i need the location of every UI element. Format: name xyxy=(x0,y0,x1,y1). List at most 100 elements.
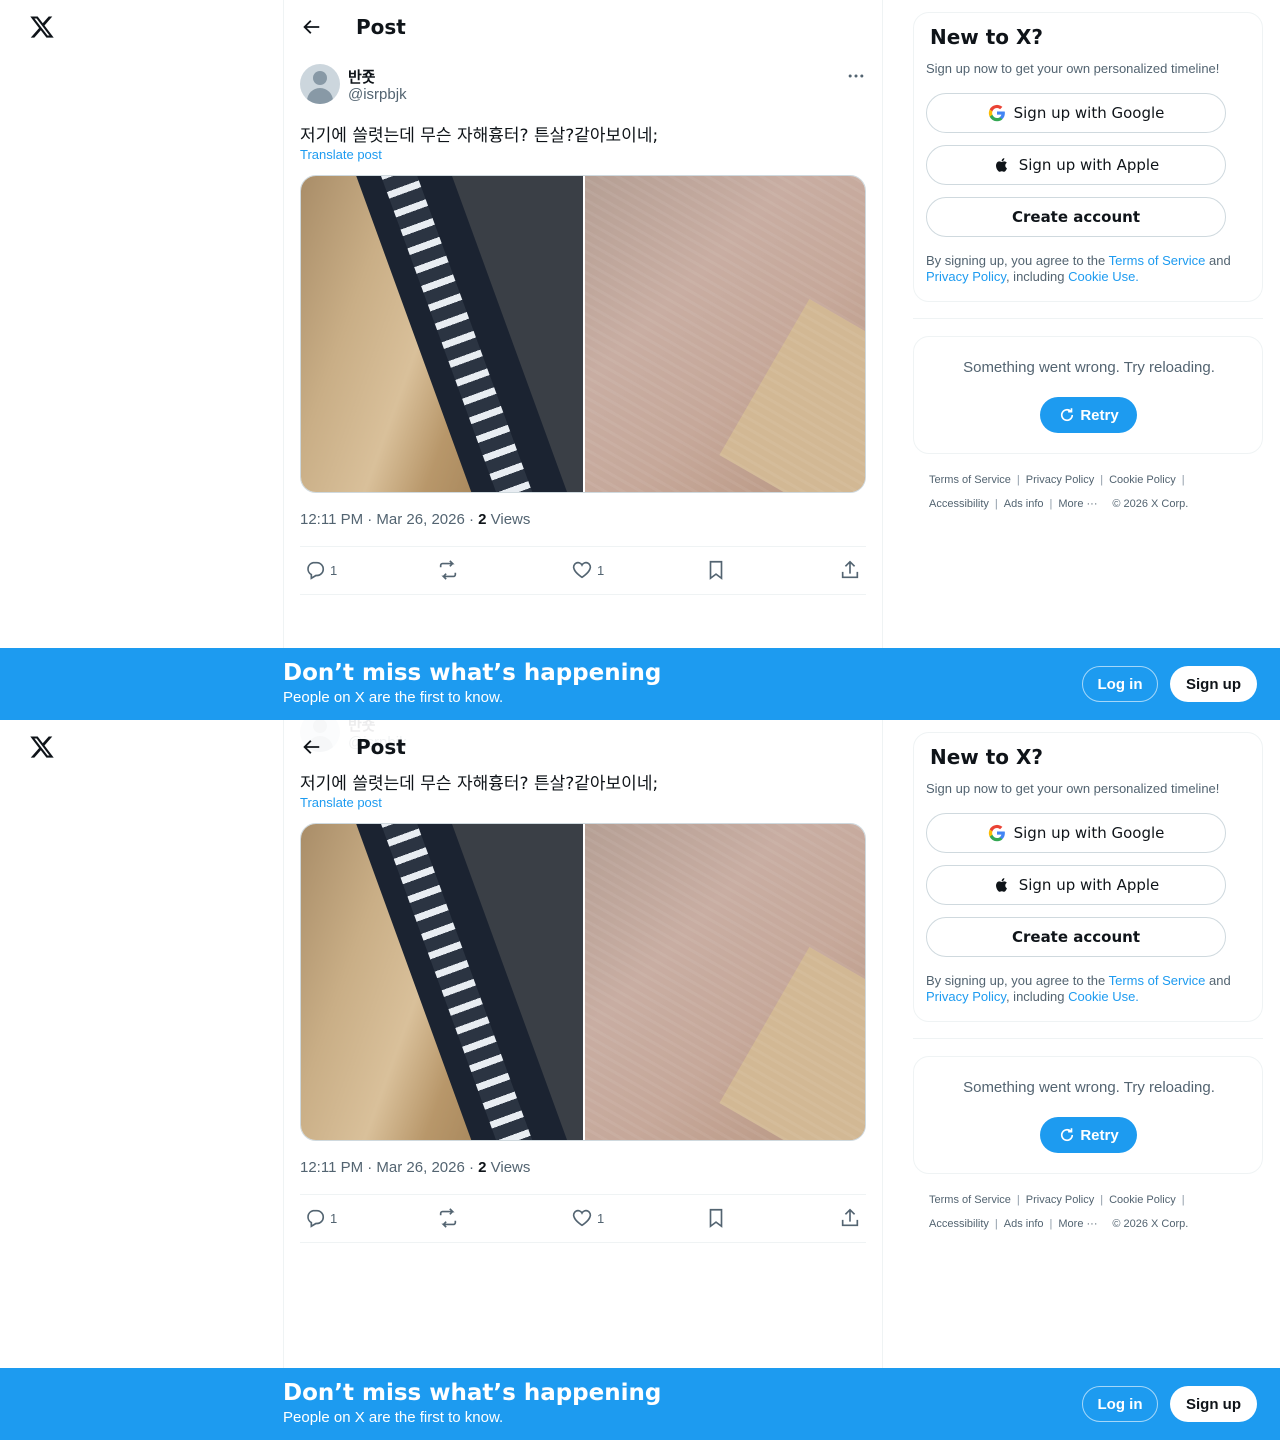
apple-signup-button[interactable]: Sign up with Apple xyxy=(926,865,1226,905)
signup-subtitle: Sign up now to get your own personalized… xyxy=(926,61,1220,76)
footer-privacy-link[interactable]: Privacy Policy xyxy=(1026,474,1094,486)
back-arrow-icon[interactable] xyxy=(300,736,322,758)
signup-card: New to X? Sign up now to get your own pe… xyxy=(913,12,1263,302)
cookie-link[interactable]: Cookie Use. xyxy=(1068,989,1139,1004)
terms-link[interactable]: Terms of Service xyxy=(1109,253,1206,268)
bookmark-icon xyxy=(709,560,723,580)
apple-icon xyxy=(995,158,1007,172)
create-account-button[interactable]: Create account xyxy=(926,917,1226,957)
back-arrow-icon[interactable] xyxy=(300,16,322,38)
translate-post-link[interactable]: Translate post xyxy=(300,795,382,810)
post-media[interactable] xyxy=(300,175,866,493)
refresh-icon xyxy=(1061,408,1074,422)
media-photo-binder[interactable] xyxy=(301,176,583,492)
google-signup-button[interactable]: Sign up with Google xyxy=(926,813,1226,853)
more-icon[interactable] xyxy=(846,66,866,86)
google-signup-label: Sign up with Google xyxy=(1013,824,1165,842)
views-label: Views xyxy=(486,511,531,528)
bookmark-button[interactable] xyxy=(705,558,727,582)
like-icon xyxy=(572,561,592,579)
media-photo-arm[interactable] xyxy=(585,176,865,492)
reply-button[interactable]: 1 xyxy=(304,558,337,582)
google-icon xyxy=(988,824,1005,842)
google-icon xyxy=(988,104,1005,122)
retry-button[interactable]: Retry xyxy=(1040,1117,1137,1153)
media-photo-arm[interactable] xyxy=(585,824,865,1140)
repost-button[interactable] xyxy=(437,558,459,582)
post-meta: 12:11 PM · Mar 26, 2026 · 2 Views xyxy=(300,1159,530,1176)
login-button[interactable]: Log in xyxy=(1082,1386,1158,1422)
footer-more-link[interactable]: More ··· xyxy=(1058,498,1097,510)
avatar[interactable] xyxy=(300,64,340,104)
reply-icon xyxy=(307,561,325,580)
footer-accessibility-link[interactable]: Accessibility xyxy=(929,1218,989,1230)
error-message: Something went wrong. Try reloading. xyxy=(963,359,1215,376)
bookmark-button[interactable] xyxy=(705,1206,727,1230)
divider xyxy=(300,1242,866,1243)
page-title: Post xyxy=(356,15,406,39)
footer-privacy-link[interactable]: Privacy Policy xyxy=(1026,1194,1094,1206)
signup-legal: By signing up, you agree to the Terms of… xyxy=(926,973,1231,1004)
google-signup-button[interactable]: Sign up with Google xyxy=(926,93,1226,133)
footer-ads-link[interactable]: Ads info xyxy=(1004,498,1044,510)
divider xyxy=(913,318,1263,319)
repost-icon xyxy=(439,1208,457,1228)
footer-cookie-link[interactable]: Cookie Policy xyxy=(1109,474,1176,486)
error-message: Something went wrong. Try reloading. xyxy=(963,1079,1215,1096)
footer-accessibility-link[interactable]: Accessibility xyxy=(929,498,989,510)
create-account-button[interactable]: Create account xyxy=(926,197,1226,237)
author-handle[interactable]: @isrpbjk xyxy=(348,86,407,103)
reply-count: 1 xyxy=(330,562,338,578)
privacy-link[interactable]: Privacy Policy xyxy=(926,989,1006,1004)
post-meta: 12:11 PM · Mar 26, 2026 · 2 Views xyxy=(300,511,530,528)
views-label: Views xyxy=(486,1159,531,1176)
reply-count: 1 xyxy=(330,1210,338,1226)
footer-more-link[interactable]: More ··· xyxy=(1058,1218,1097,1230)
apple-signup-button[interactable]: Sign up with Apple xyxy=(926,145,1226,185)
like-button[interactable]: 1 xyxy=(571,1206,604,1230)
reply-button[interactable]: 1 xyxy=(304,1206,337,1230)
like-count: 1 xyxy=(597,1210,605,1226)
x-logo-icon[interactable] xyxy=(29,734,55,760)
privacy-link[interactable]: Privacy Policy xyxy=(926,269,1006,284)
footer-cookie-link[interactable]: Cookie Policy xyxy=(1109,1194,1176,1206)
media-photo-binder[interactable] xyxy=(301,824,583,1140)
primary-column: Post 반죳 @isrpbjk 저기에 쓸렷는데 무슨 자해흉터? 튼살?같아… xyxy=(283,0,883,720)
post-timestamp[interactable]: 12:11 PM · Mar 26, 2026 · xyxy=(300,511,478,528)
apple-signup-label: Sign up with Apple xyxy=(1018,876,1160,894)
share-button[interactable] xyxy=(839,1206,861,1230)
translate-post-link[interactable]: Translate post xyxy=(300,147,382,162)
signup-button[interactable]: Sign up xyxy=(1170,666,1257,702)
google-signup-label: Sign up with Google xyxy=(1013,104,1165,122)
footer-copyright: © 2026 X Corp. xyxy=(1112,498,1189,510)
x-logo-icon[interactable] xyxy=(29,14,55,40)
retry-button[interactable]: Retry xyxy=(1040,397,1137,433)
repost-icon xyxy=(439,560,457,580)
error-card: Something went wrong. Try reloading. Ret… xyxy=(913,336,1263,454)
like-button[interactable]: 1 xyxy=(571,558,604,582)
like-icon xyxy=(572,1209,592,1227)
share-button[interactable] xyxy=(839,558,861,582)
author-display-name[interactable]: 반죳 xyxy=(348,66,376,87)
footer-terms-link[interactable]: Terms of Service xyxy=(929,1194,1011,1206)
footer-ads-link[interactable]: Ads info xyxy=(1004,1218,1044,1230)
like-count: 1 xyxy=(597,562,605,578)
post-header: Post xyxy=(284,720,882,774)
signup-button[interactable]: Sign up xyxy=(1170,1386,1257,1422)
post-timestamp[interactable]: 12:11 PM · Mar 26, 2026 · xyxy=(300,1159,478,1176)
terms-link[interactable]: Terms of Service xyxy=(1109,973,1206,988)
cookie-link[interactable]: Cookie Use. xyxy=(1068,269,1139,284)
bottom-banner: Don’t miss what’s happening People on X … xyxy=(0,1368,1280,1440)
banner-subtitle: People on X are the first to know. xyxy=(283,689,504,706)
primary-column: 반죳 @isrpbjk 저기에 쓸렷는데 무슨 자해흉터? 튼살?같아보이네; … xyxy=(283,720,883,1440)
bottom-banner: Don’t miss what’s happening People on X … xyxy=(0,648,1280,720)
signup-title: New to X? xyxy=(930,25,1044,49)
error-card: Something went wrong. Try reloading. Ret… xyxy=(913,1056,1263,1174)
footer-terms-link[interactable]: Terms of Service xyxy=(929,474,1011,486)
repost-button[interactable] xyxy=(437,1206,459,1230)
login-button[interactable]: Log in xyxy=(1082,666,1158,702)
post-media[interactable] xyxy=(300,823,866,1141)
signup-legal: By signing up, you agree to the Terms of… xyxy=(926,253,1231,284)
page-frame-bottom: 반죳 @isrpbjk 저기에 쓸렷는데 무슨 자해흉터? 튼살?같아보이네; … xyxy=(0,720,1280,1440)
apple-icon xyxy=(995,878,1007,892)
